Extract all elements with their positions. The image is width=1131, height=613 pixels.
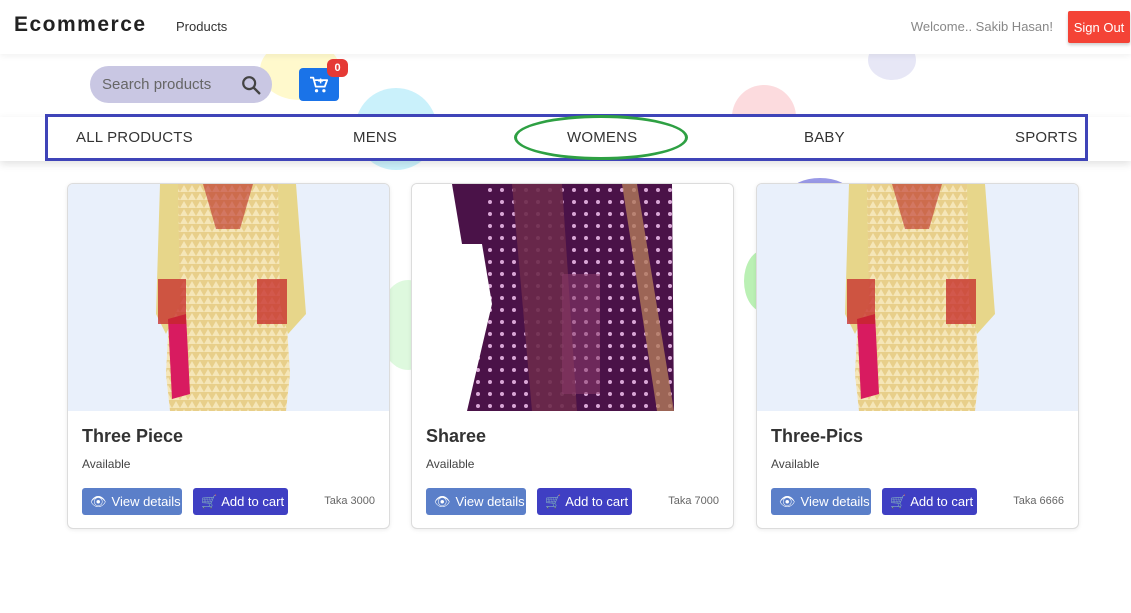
product-availability: Available: [771, 457, 820, 471]
product-title: Three Piece: [82, 426, 184, 446]
view-details-button[interactable]: 👁 View details: [426, 488, 526, 515]
add-to-cart-button[interactable]: 🛒 Add to cart: [193, 488, 288, 515]
product-availability: Available: [82, 457, 131, 471]
cart-plus-icon: 🛒: [201, 493, 218, 509]
product-image-three-pics[interactable]: [757, 184, 1078, 411]
add-to-cart-label: Add to cart: [565, 494, 629, 509]
product-image-three-piece[interactable]: [68, 184, 389, 411]
category-mens[interactable]: MENS: [353, 129, 397, 146]
cart-plus-icon: 🛒: [545, 493, 562, 509]
sharee-image: [412, 184, 733, 411]
sign-out-button[interactable]: Sign Out: [1068, 11, 1130, 43]
top-navbar: Ecommerce Products Welcome.. Sakib Hasan…: [0, 0, 1131, 54]
welcome-text: Welcome.. Sakib Hasan!: [910, 19, 1053, 34]
view-details-label: View details: [800, 494, 870, 509]
eye-icon: 👁: [779, 493, 796, 509]
category-sports[interactable]: SPORTS: [1015, 129, 1078, 146]
cart-plus-icon: 🛒: [890, 493, 907, 509]
eye-icon: 👁: [434, 493, 451, 509]
category-all-products[interactable]: ALL PRODUCTS: [76, 129, 193, 146]
search-input[interactable]: Search products: [102, 76, 211, 93]
product-image-sharee[interactable]: [412, 184, 733, 411]
search-bar[interactable]: Search products: [90, 66, 272, 103]
womens-highlight-ellipse: [514, 115, 688, 160]
product-title: Sharee: [426, 426, 487, 446]
product-title: Three-Pics: [771, 426, 864, 446]
product-price: Taka 3000: [324, 495, 375, 507]
eye-icon: 👁: [90, 493, 107, 509]
add-to-cart-label: Add to cart: [910, 494, 974, 509]
page: Ecommerce Products Welcome.. Sakib Hasan…: [0, 0, 1131, 613]
product-price: Taka 7000: [668, 495, 719, 507]
category-baby[interactable]: BABY: [804, 129, 845, 146]
product-price: Taka 6666: [1013, 495, 1064, 507]
product-availability: Available: [426, 457, 475, 471]
view-details-label: View details: [111, 494, 181, 509]
add-to-cart-button[interactable]: 🛒 Add to cart: [537, 488, 632, 515]
add-to-cart-label: Add to cart: [221, 494, 285, 509]
product-card: Sharee Available 👁 View details 🛒 Add to…: [411, 183, 734, 529]
cart-icon: [310, 76, 329, 92]
product-card: Three Piece Available 👁 View details 🛒 A…: [67, 183, 390, 529]
view-details-button[interactable]: 👁 View details: [771, 488, 871, 515]
product-card: Three-Pics Available 👁 View details 🛒 Ad…: [756, 183, 1079, 529]
dress-image: [757, 184, 1078, 411]
add-to-cart-button[interactable]: 🛒 Add to cart: [882, 488, 977, 515]
view-details-button[interactable]: 👁 View details: [82, 488, 182, 515]
search-icon[interactable]: [240, 74, 262, 96]
nav-link-products[interactable]: Products: [176, 19, 227, 34]
dress-image: [68, 184, 389, 411]
cart-count-badge: 0: [327, 59, 348, 77]
view-details-label: View details: [455, 494, 525, 509]
brand-logo[interactable]: Ecommerce: [14, 13, 147, 37]
